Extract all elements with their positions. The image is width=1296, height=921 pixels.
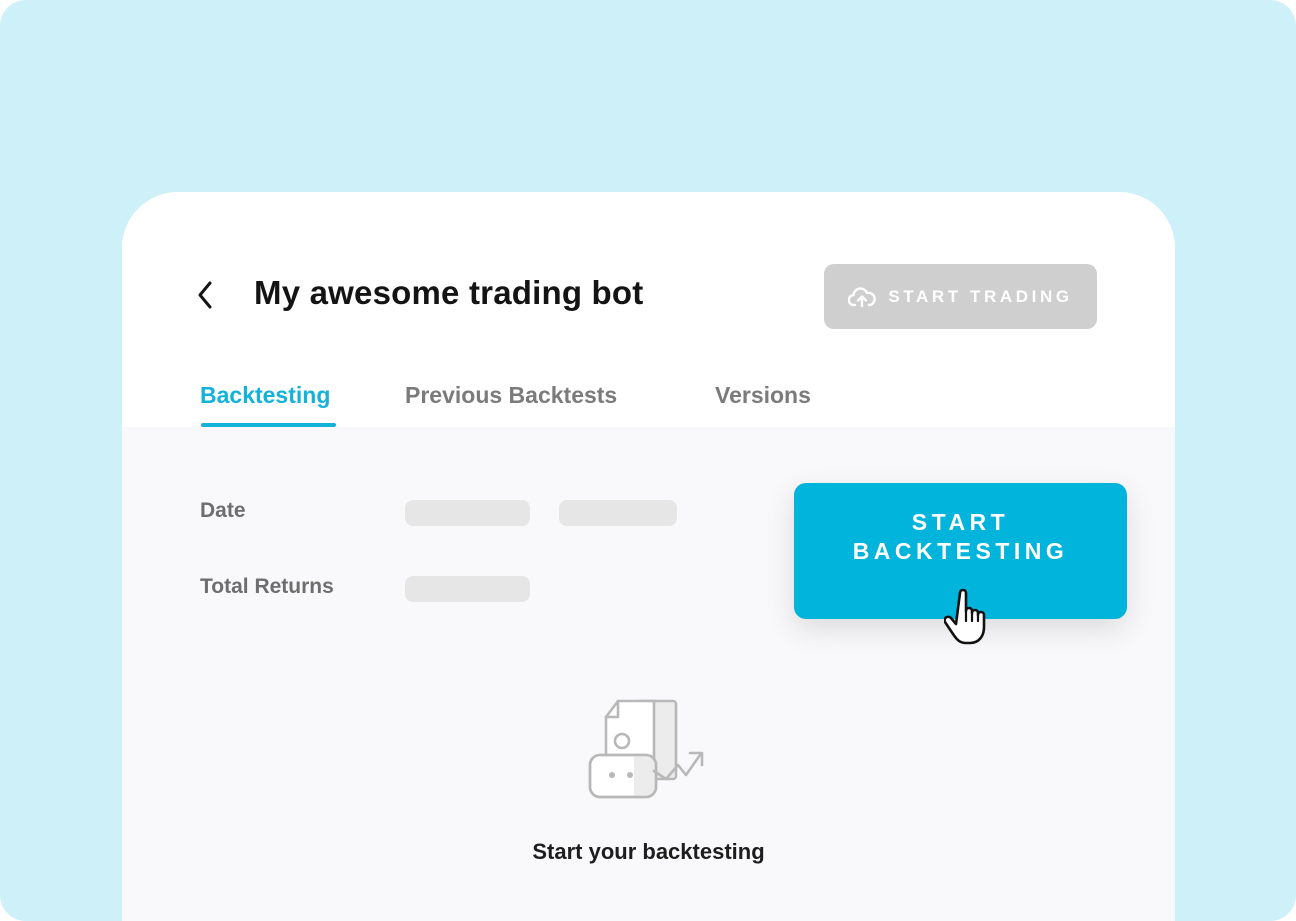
card-header: My awesome trading bot START TRADING Bac… [122,192,1175,427]
bot-card: My awesome trading bot START TRADING Bac… [122,192,1175,921]
start-trading-label: START TRADING [888,286,1073,306]
page-title: My awesome trading bot [254,274,644,311]
start-trading-button[interactable]: START TRADING [824,264,1097,329]
start-backtesting-label-line1: START [911,509,1010,535]
tab-previous-backtests[interactable]: Previous Backtests [405,382,617,409]
tab-versions[interactable]: Versions [715,382,811,409]
total-returns-placeholder [405,576,530,602]
date-start-placeholder[interactable] [405,500,530,526]
start-backtesting-label-line2: BACKTESTING [852,538,1069,564]
app-background: My awesome trading bot START TRADING Bac… [0,0,1296,921]
empty-state-text: Start your backtesting [532,839,765,864]
total-returns-label: Total Returns [200,575,334,598]
back-button[interactable] [192,280,218,310]
date-label: Date [200,499,246,522]
chevron-left-icon [198,281,212,309]
hand-pointer-icon [944,588,986,645]
date-end-placeholder[interactable] [559,500,677,526]
backtesting-panel: Date Total Returns START BACKTESTING Sta… [122,427,1175,921]
cloud-upload-icon [848,286,877,307]
document-bot-growth-icon [588,699,704,799]
tab-backtesting[interactable]: Backtesting [200,382,330,409]
